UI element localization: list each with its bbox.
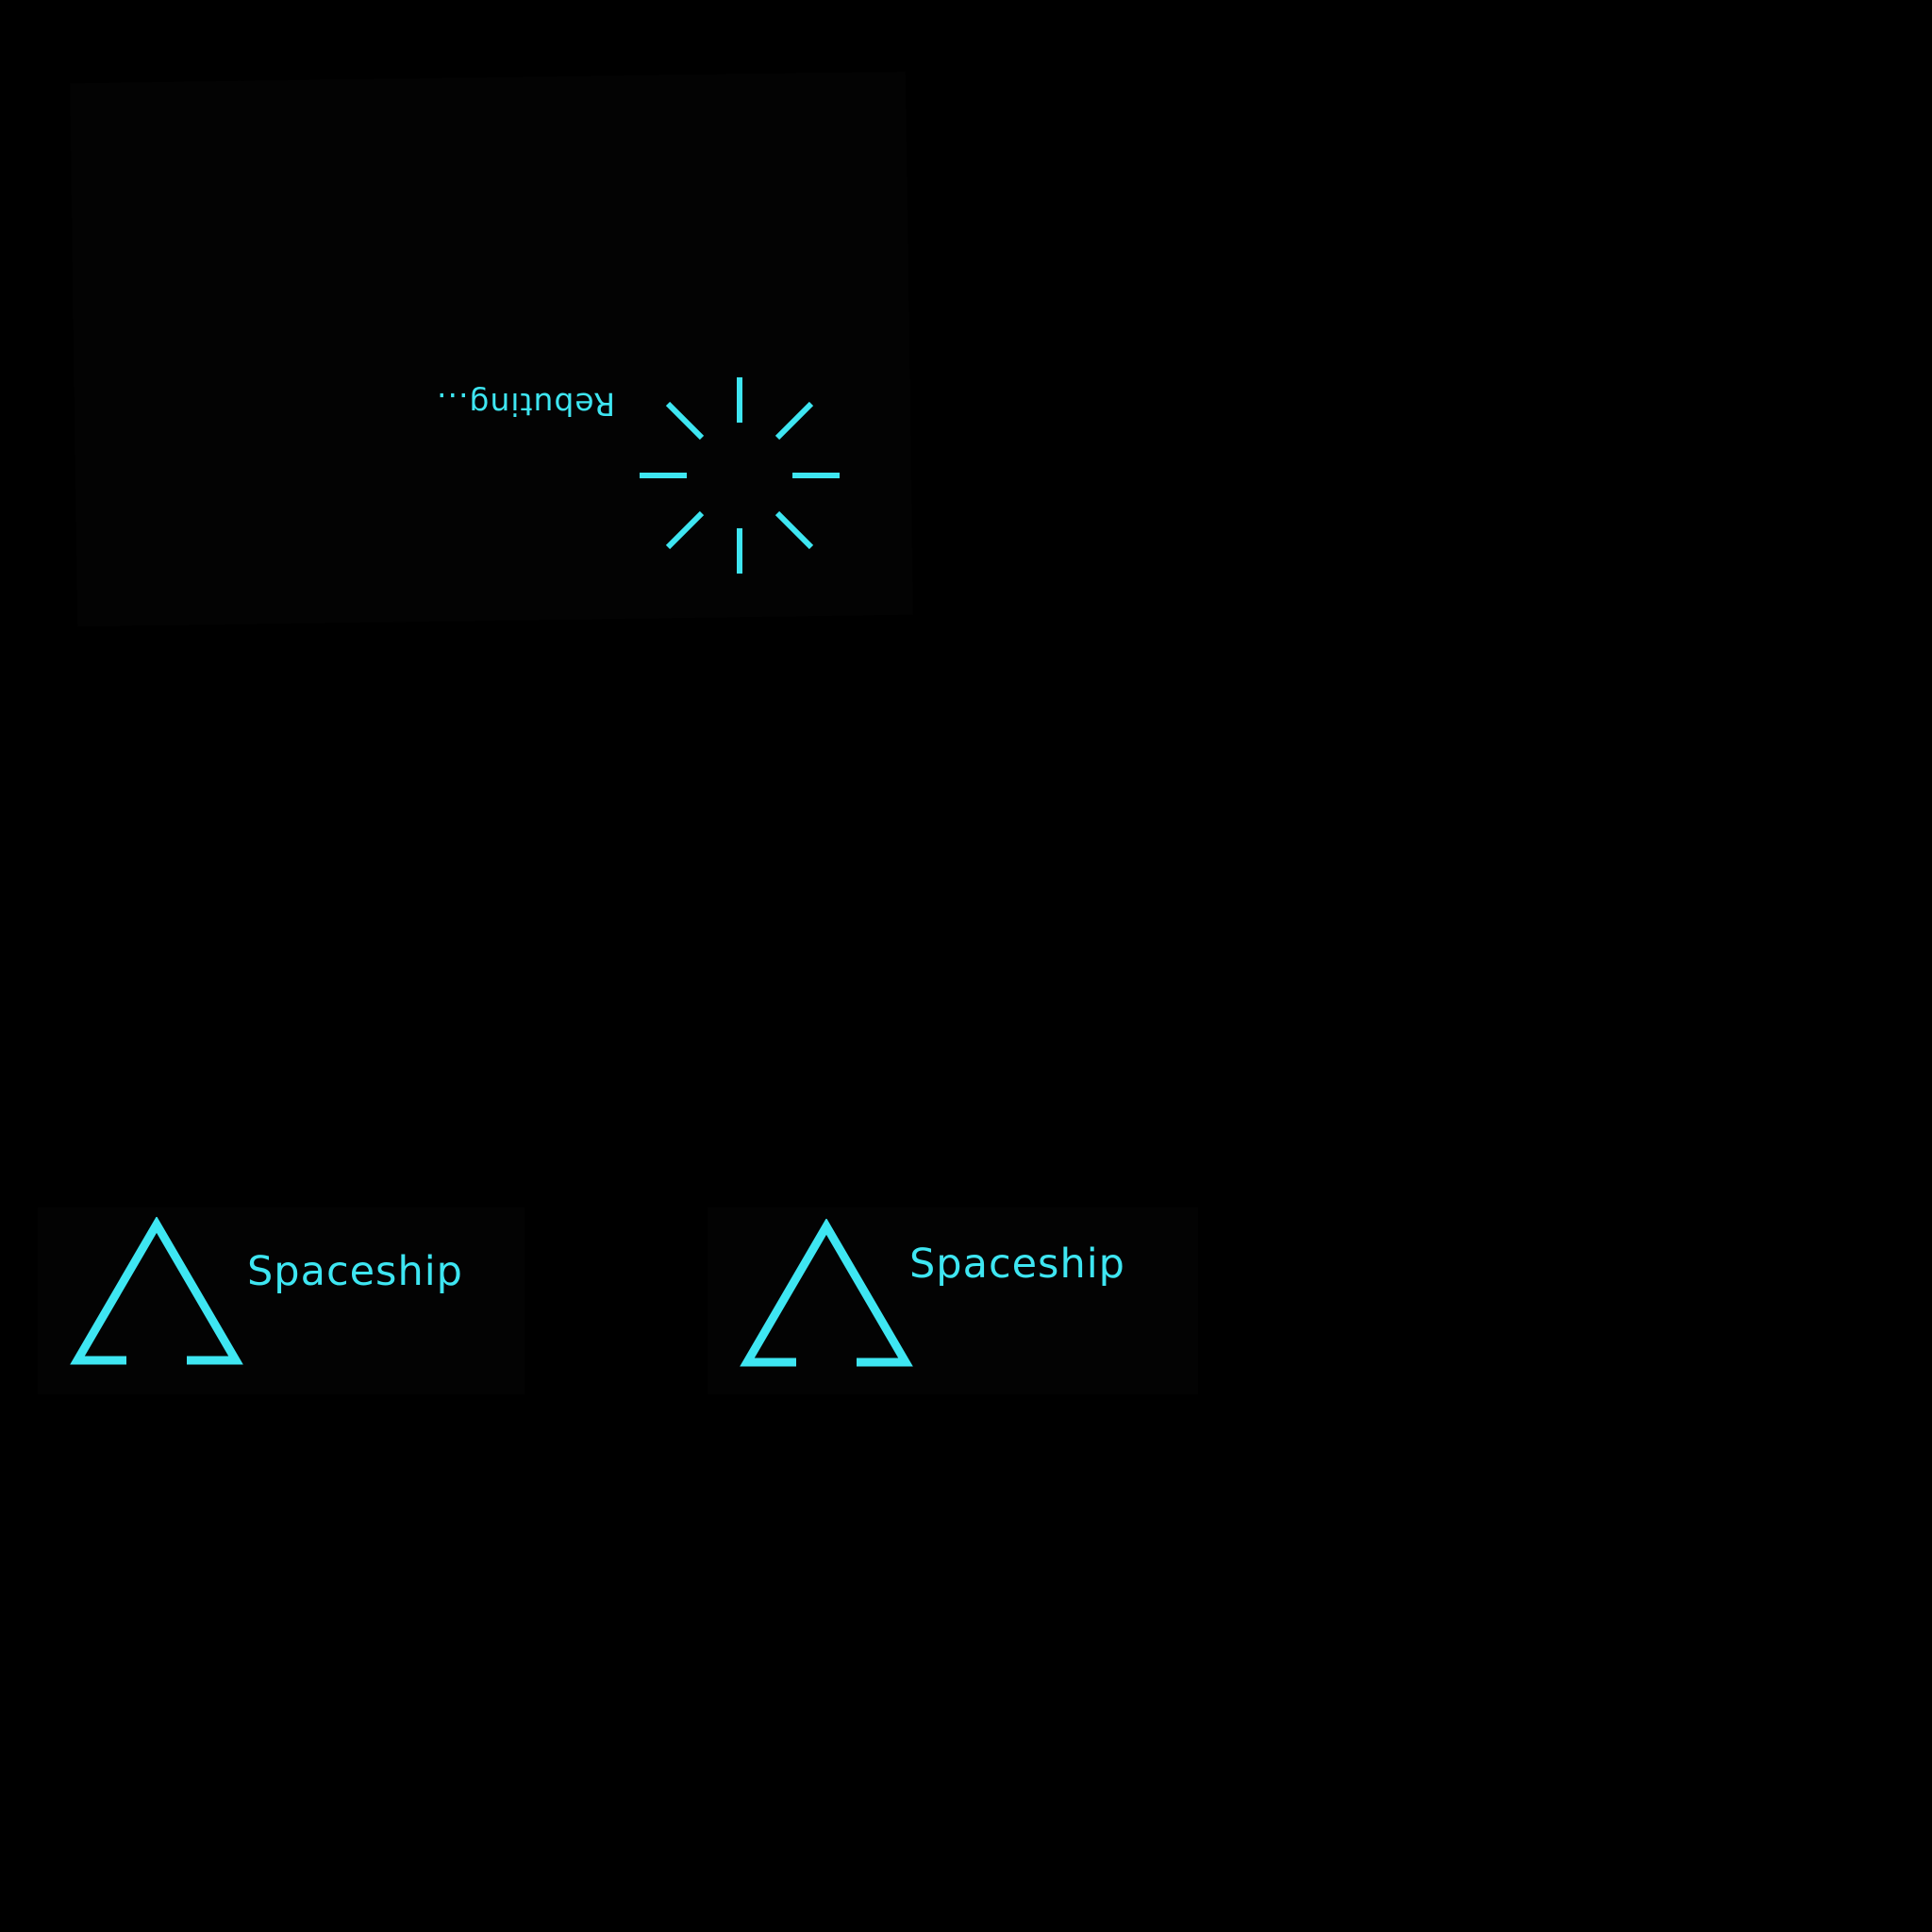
brand-name: Spaceship bbox=[909, 1241, 1125, 1288]
brand-name: Spaceship bbox=[247, 1248, 463, 1295]
loading-status-text: Rebuting... bbox=[436, 386, 616, 423]
triangle-arrow-logo-icon bbox=[740, 1219, 915, 1370]
loading-spinner-icon bbox=[638, 374, 841, 577]
triangle-arrow-logo-icon bbox=[70, 1217, 245, 1368]
